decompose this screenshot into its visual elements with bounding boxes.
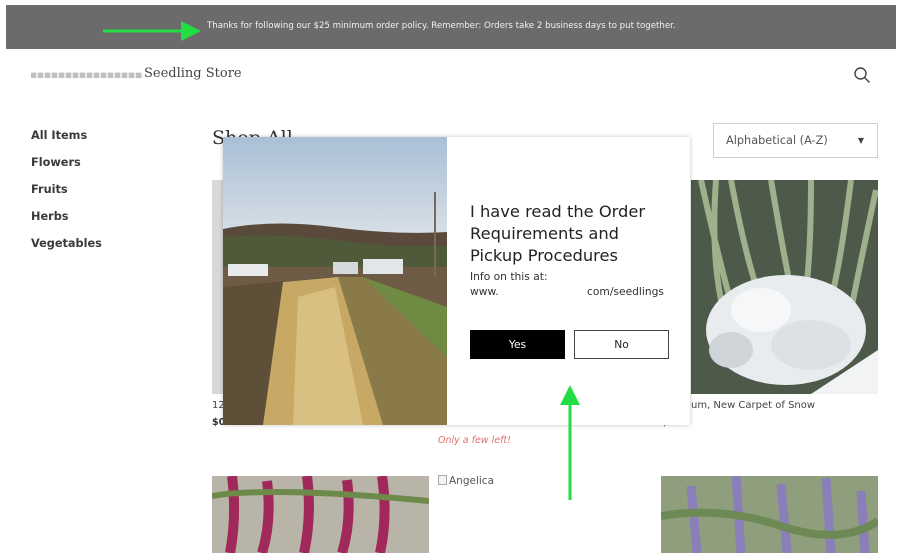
- broken-image-icon: [438, 475, 447, 485]
- sidebar-item-fruits[interactable]: Fruits: [31, 182, 102, 209]
- sidebar-item-all-items[interactable]: All Items: [31, 128, 102, 155]
- sort-selected-value: Alphabetical (A-Z): [726, 134, 828, 147]
- annotation-arrow-up-icon: [560, 385, 580, 500]
- logo-mark: [31, 72, 143, 78]
- announcement-banner: Thanks for following our $25 minimum ord…: [6, 5, 896, 49]
- product-image[interactable]: [691, 180, 878, 394]
- sidebar-item-vegetables[interactable]: Vegetables: [31, 236, 102, 263]
- store-name: Seedling Store: [144, 66, 242, 81]
- modal-content: I have read the Order Requirements and P…: [470, 201, 670, 301]
- modal-heading: I have read the Order Requirements and P…: [470, 202, 646, 265]
- modal-info-text: Info on this at:: [470, 270, 548, 283]
- modal-url-prefix: www.: [470, 285, 499, 298]
- banner-text: Thanks for following our $25 minimum ord…: [207, 21, 676, 31]
- category-nav: All Items Flowers Fruits Herbs Vegetable…: [31, 128, 102, 263]
- product-image[interactable]: [212, 476, 429, 553]
- modal-url-suffix: com/seedlings: [587, 285, 664, 298]
- store-logo[interactable]: Seedling Store: [31, 66, 242, 81]
- product-image-alt: Angelica: [449, 475, 495, 487]
- modal-url[interactable]: www. com/seedlings: [470, 285, 670, 301]
- broken-image-placeholder[interactable]: Angelica: [438, 475, 494, 487]
- sidebar-item-flowers[interactable]: Flowers: [31, 155, 102, 182]
- no-button[interactable]: No: [574, 330, 669, 359]
- chevron-down-icon: ▼: [857, 136, 864, 145]
- product-image[interactable]: [661, 476, 878, 553]
- yes-button[interactable]: Yes: [470, 330, 565, 359]
- sort-select[interactable]: Alphabetical (A-Z) ▼: [713, 123, 878, 158]
- search-icon[interactable]: [853, 66, 871, 84]
- sidebar-item-herbs[interactable]: Herbs: [31, 209, 102, 236]
- order-requirements-modal: I have read the Order Requirements and P…: [223, 137, 690, 425]
- farm-field-photo: [223, 137, 447, 425]
- annotation-arrow-right-icon: [103, 21, 201, 41]
- low-stock-badge: Only a few left!: [438, 435, 511, 446]
- product-name[interactable]: um, New Carpet of Snow: [691, 400, 815, 411]
